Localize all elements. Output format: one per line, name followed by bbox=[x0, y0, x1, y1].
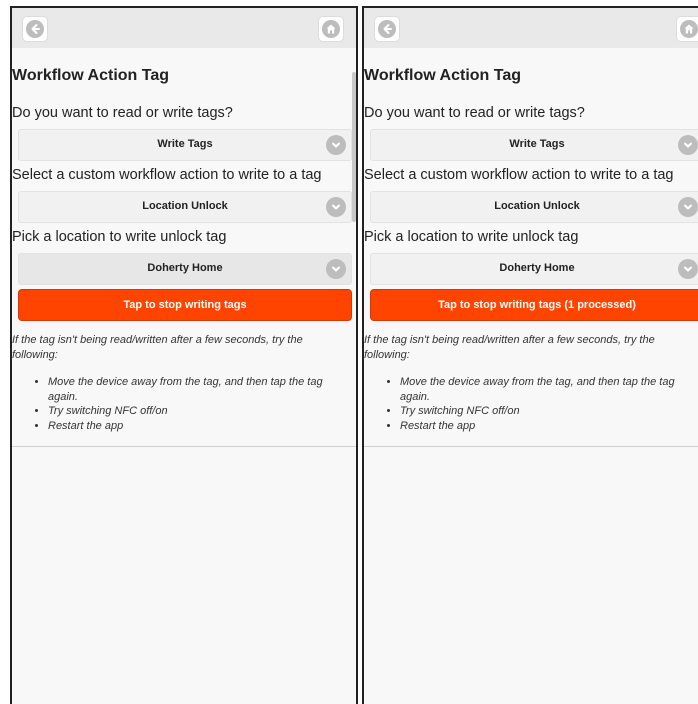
main-content: Workflow Action Tag Do you want to read … bbox=[12, 48, 356, 704]
read-write-label: Do you want to read or write tags? bbox=[12, 105, 233, 121]
content-divider bbox=[12, 446, 356, 447]
help-text: If the tag isn't being read/written afte… bbox=[12, 334, 303, 361]
back-button[interactable] bbox=[22, 16, 48, 42]
help-list: Move the device away from the tag, and t… bbox=[390, 375, 698, 433]
read-write-value: Write Tags bbox=[509, 138, 565, 150]
read-write-label: Do you want to read or write tags? bbox=[364, 105, 585, 121]
help-item: Try switching NFC off/on bbox=[400, 404, 698, 419]
back-button[interactable] bbox=[374, 16, 400, 42]
workflow-action-value: Location Unlock bbox=[494, 200, 580, 212]
read-write-select[interactable]: Write Tags bbox=[18, 129, 352, 161]
location-value: Doherty Home bbox=[147, 262, 223, 274]
location-value: Doherty Home bbox=[499, 262, 575, 274]
location-select[interactable]: Doherty Home bbox=[18, 253, 352, 285]
content-divider bbox=[364, 446, 698, 447]
arrow-left-icon bbox=[378, 20, 396, 38]
screen-left: Workflow Action Tag Do you want to read … bbox=[10, 6, 358, 704]
help-item: Restart the app bbox=[48, 419, 346, 434]
screen-right: Workflow Action Tag Do you want to read … bbox=[362, 6, 698, 704]
help-item: Move the device away from the tag, and t… bbox=[48, 375, 346, 404]
location-select[interactable]: Doherty Home bbox=[370, 253, 698, 285]
stop-writing-button[interactable]: Tap to stop writing tags (1 processed) bbox=[370, 289, 698, 321]
chevron-down-icon bbox=[326, 135, 346, 155]
home-button[interactable] bbox=[676, 16, 698, 42]
chevron-down-icon bbox=[678, 259, 698, 279]
home-icon bbox=[680, 20, 698, 38]
top-toolbar bbox=[364, 8, 698, 48]
workflow-action-label: Select a custom workflow action to write… bbox=[364, 167, 674, 183]
chevron-down-icon bbox=[678, 197, 698, 217]
help-list: Move the device away from the tag, and t… bbox=[38, 375, 346, 433]
read-write-value: Write Tags bbox=[157, 138, 213, 150]
workflow-action-value: Location Unlock bbox=[142, 200, 228, 212]
app-stage: Workflow Action Tag Do you want to read … bbox=[0, 0, 698, 704]
top-toolbar bbox=[12, 8, 356, 48]
help-item: Move the device away from the tag, and t… bbox=[400, 375, 698, 404]
stop-writing-button[interactable]: Tap to stop writing tags bbox=[18, 289, 352, 321]
help-item: Try switching NFC off/on bbox=[48, 404, 346, 419]
page-title: Workflow Action Tag bbox=[364, 67, 522, 84]
help-item: Restart the app bbox=[400, 419, 698, 434]
chevron-down-icon bbox=[678, 135, 698, 155]
scrollbar[interactable] bbox=[352, 72, 356, 222]
chevron-down-icon bbox=[326, 197, 346, 217]
location-label: Pick a location to write unlock tag bbox=[12, 229, 227, 245]
arrow-left-icon bbox=[26, 20, 44, 38]
workflow-action-select[interactable]: Location Unlock bbox=[18, 191, 352, 223]
main-content: Workflow Action Tag Do you want to read … bbox=[364, 48, 698, 704]
home-icon bbox=[322, 20, 340, 38]
read-write-select[interactable]: Write Tags bbox=[370, 129, 698, 161]
help-text: If the tag isn't being read/written afte… bbox=[364, 334, 655, 361]
chevron-down-icon bbox=[326, 259, 346, 279]
page-title: Workflow Action Tag bbox=[12, 67, 170, 84]
workflow-action-select[interactable]: Location Unlock bbox=[370, 191, 698, 223]
home-button[interactable] bbox=[318, 16, 344, 42]
location-label: Pick a location to write unlock tag bbox=[364, 229, 579, 245]
workflow-action-label: Select a custom workflow action to write… bbox=[12, 167, 322, 183]
